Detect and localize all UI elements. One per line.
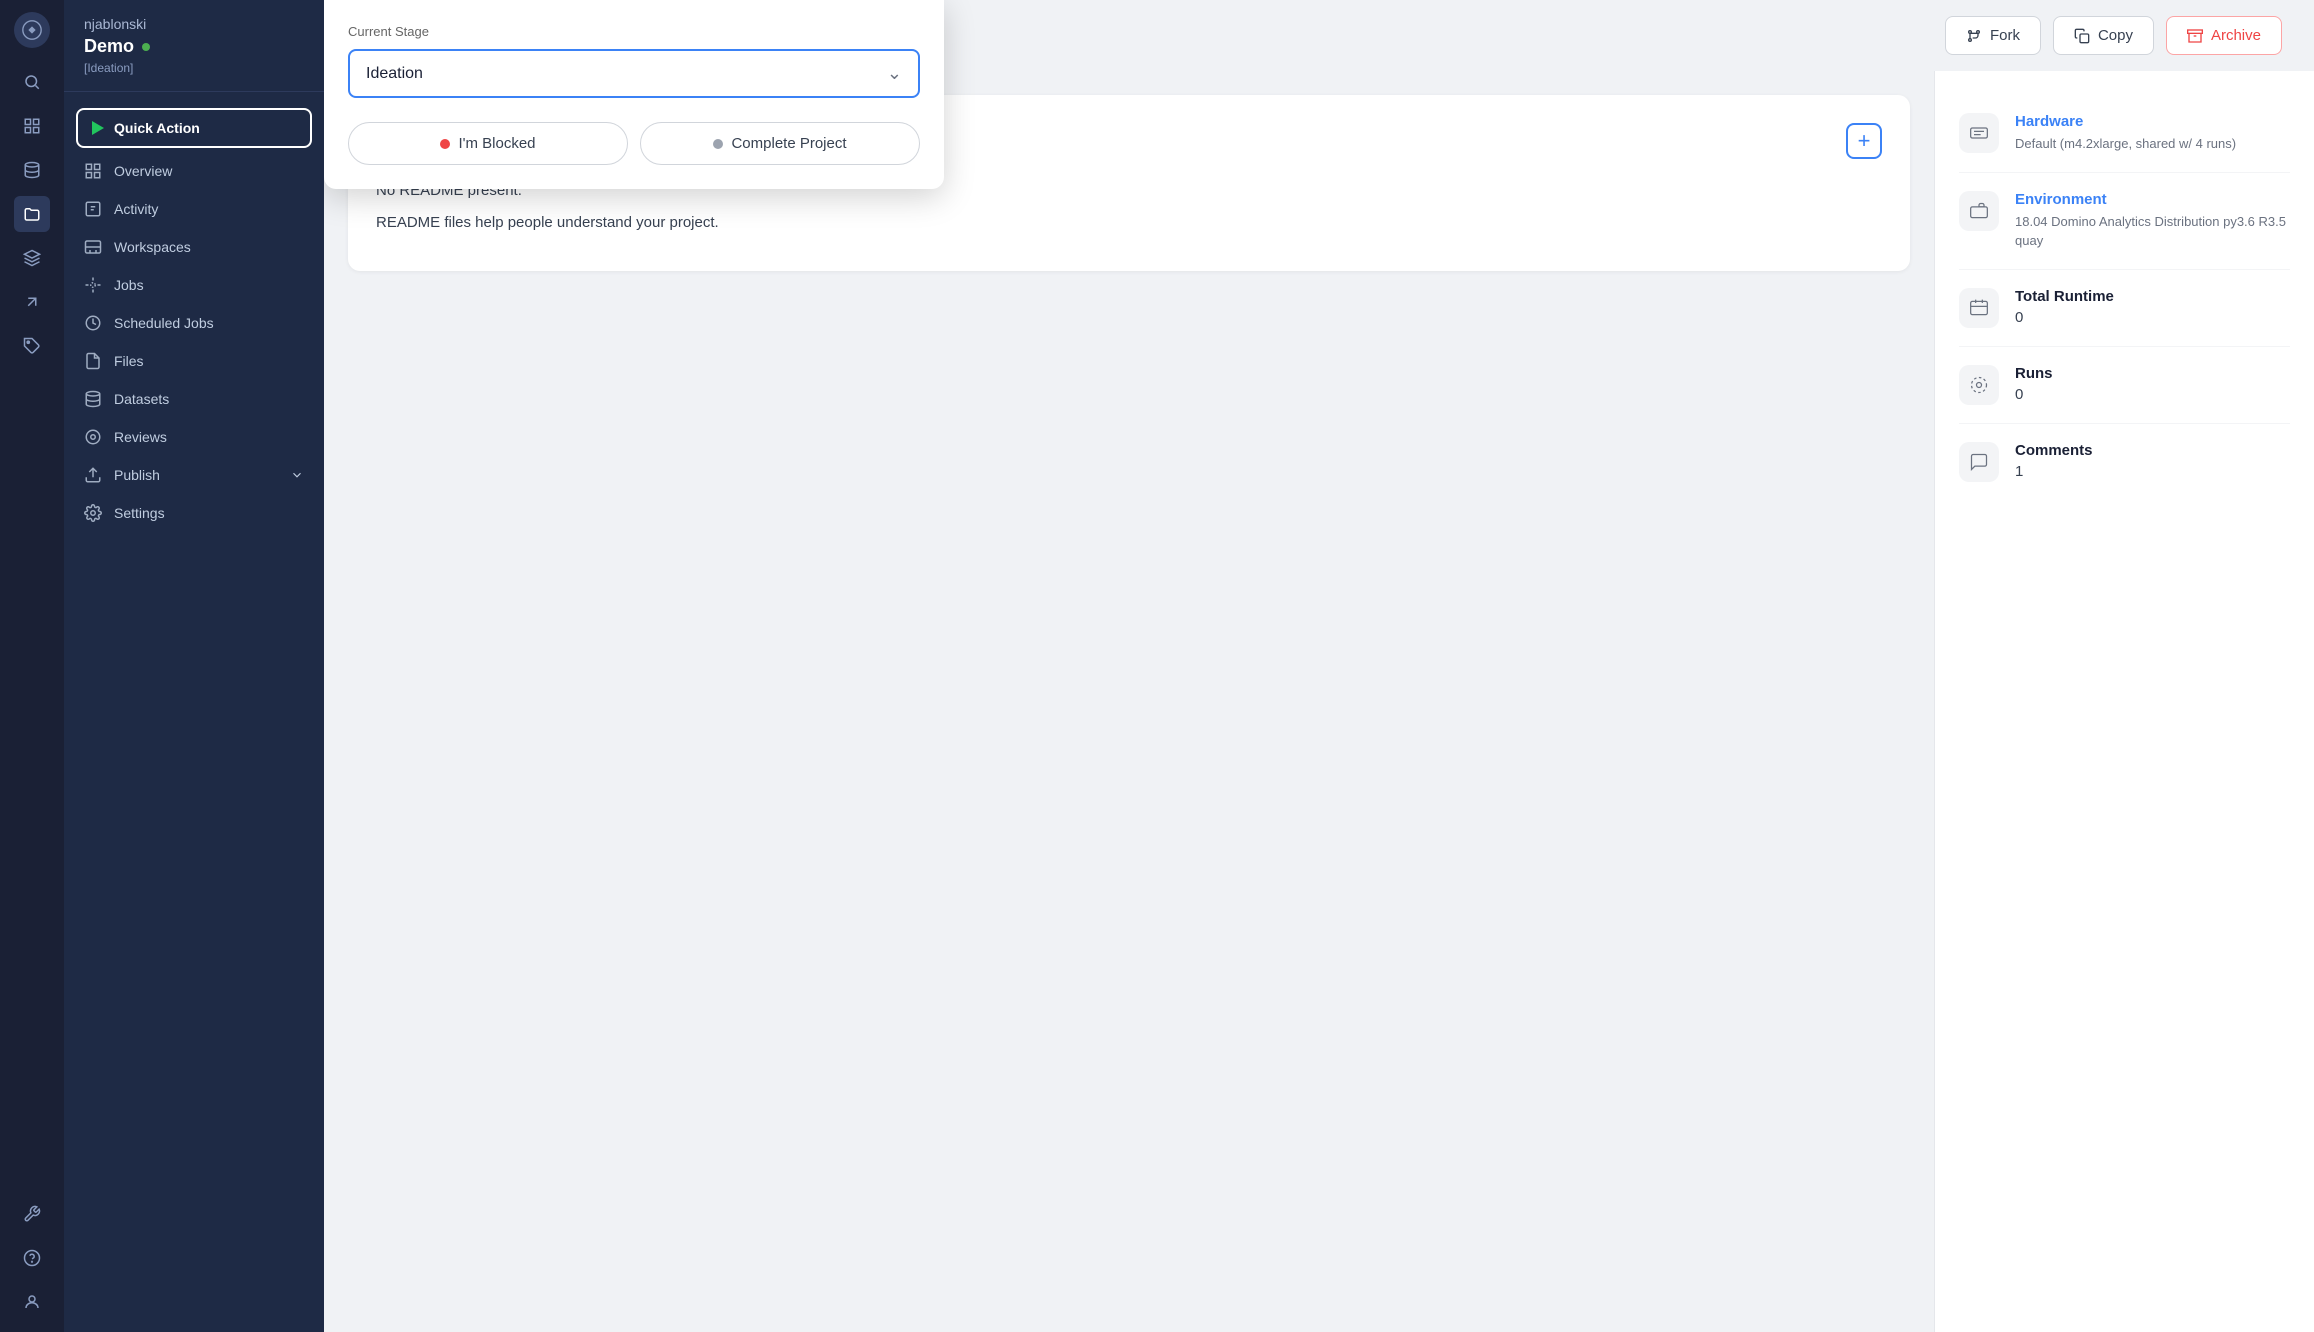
comments-info: Comments 1 [1959,424,2290,500]
quick-action-label: Quick Action [114,120,200,136]
wrench-icon[interactable] [14,1196,50,1232]
sidebar-item-publish[interactable]: Publish [64,456,324,494]
quick-action-button[interactable]: Quick Action [76,108,312,148]
runs-content: Runs 0 [2015,365,2053,403]
sidebar-item-label: Workspaces [114,239,191,255]
sidebar-item-settings[interactable]: Settings [64,494,324,532]
tag-icon[interactable] [14,328,50,364]
project-title: Demo [84,36,304,57]
user-icon[interactable] [14,1284,50,1320]
total-runtime-info: Total Runtime 0 [1959,270,2290,347]
fork-icon [1966,28,1982,44]
content-area: Readme + No README present. README files… [324,71,2314,1332]
selected-stage-value: Ideation [366,65,423,83]
total-runtime-icon [1959,288,1999,328]
database-icon[interactable] [14,152,50,188]
question-icon[interactable] [14,1240,50,1276]
project-name: Demo [84,36,134,57]
grid-icon[interactable] [14,108,50,144]
sidebar-item-label: Settings [114,505,165,521]
sidebar-item-label: Activity [114,201,158,217]
sidebar-item-label: Files [114,353,144,369]
complete-label: Complete Project [731,135,846,152]
sidebar-item-datasets[interactable]: Datasets [64,380,324,418]
copy-button[interactable]: Copy [2053,16,2154,55]
sidebar-item-label: Datasets [114,391,169,407]
hardware-icon [1959,113,1999,153]
comments-content: Comments 1 [2015,442,2093,480]
complete-project-button[interactable]: Complete Project [640,122,920,165]
hardware-value: Default (m4.2xlarge, shared w/ 4 runs) [2015,134,2236,154]
fork-label: Fork [1990,27,2020,44]
complete-indicator [713,139,723,149]
total-runtime-content: Total Runtime 0 [2015,288,2114,326]
action-buttons: I'm Blocked Complete Project [348,122,920,165]
sidebar-item-scheduled-jobs[interactable]: Scheduled Jobs [64,304,324,342]
readme-help-text: README files help people understand your… [376,211,1882,235]
blocked-label: I'm Blocked [458,135,535,152]
sidebar-item-label: Scheduled Jobs [114,315,214,331]
comments-value: 1 [2015,463,2093,480]
hardware-label[interactable]: Hardware [2015,113,2236,130]
sidebar-nav: Quick Action Overview Activity Workspace… [64,92,324,1332]
total-runtime-value: 0 [2015,309,2114,326]
runs-value: 0 [2015,386,2053,403]
sidebar-item-jobs[interactable]: Jobs [64,266,324,304]
sidebar-item-label: Publish [114,467,160,483]
arrow-icon[interactable] [14,284,50,320]
current-stage-label: Current Stage [348,24,920,39]
environment-value: 18.04 Domino Analytics Distribution py3.… [2015,212,2290,251]
environment-label[interactable]: Environment [2015,191,2290,208]
hardware-info: Hardware Default (m4.2xlarge, shared w/ … [1959,95,2290,173]
stage-select[interactable]: Ideation ⌄ [348,49,920,98]
blocked-indicator [440,139,450,149]
search-icon[interactable] [14,64,50,100]
fork-button[interactable]: Fork [1945,16,2041,55]
app-logo[interactable] [14,12,50,48]
project-stage: [Ideation] [84,61,304,75]
sidebar-item-files[interactable]: Files [64,342,324,380]
environment-content: Environment 18.04 Domino Analytics Distr… [2015,191,2290,251]
main-panel: Readme + No README present. README files… [324,71,1934,1332]
total-runtime-label: Total Runtime [2015,288,2114,305]
chevron-down-icon: ⌄ [887,63,902,84]
comments-label: Comments [2015,442,2093,459]
folder-icon[interactable] [14,196,50,232]
sidebar-item-reviews[interactable]: Reviews [64,418,324,456]
stage-dropdown-panel: Current Stage Ideation ⌄ I'm Blocked Com… [324,0,944,189]
sidebar-item-label: Overview [114,163,172,179]
active-indicator [142,43,150,51]
add-readme-button[interactable]: + [1846,123,1882,159]
environment-icon [1959,191,1999,231]
archive-label: Archive [2211,27,2261,44]
main-content: Current Stage Ideation ⌄ I'm Blocked Com… [324,0,2314,1332]
comments-icon [1959,442,1999,482]
play-icon [92,121,104,135]
archive-icon [2187,28,2203,44]
right-panel: Hardware Default (m4.2xlarge, shared w/ … [1934,71,2314,1332]
archive-button[interactable]: Archive [2166,16,2282,55]
chevron-down-icon [290,468,304,482]
icon-bar [0,0,64,1332]
copy-label: Copy [2098,27,2133,44]
hardware-content: Hardware Default (m4.2xlarge, shared w/ … [2015,113,2236,154]
cube-icon[interactable] [14,240,50,276]
info-section: Hardware Default (m4.2xlarge, shared w/ … [1959,95,2290,500]
runs-info: Runs 0 [1959,347,2290,424]
runs-label: Runs [2015,365,2053,382]
environment-info: Environment 18.04 Domino Analytics Distr… [1959,173,2290,270]
sidebar-item-overview[interactable]: Overview [64,152,324,190]
sidebar-header: njablonski Demo [Ideation] [64,0,324,92]
sidebar: njablonski Demo [Ideation] Quick Action … [64,0,324,1332]
sidebar-item-label: Jobs [114,277,144,293]
username: njablonski [84,16,304,32]
sidebar-item-workspaces[interactable]: Workspaces [64,228,324,266]
sidebar-item-label: Reviews [114,429,167,445]
runs-icon [1959,365,1999,405]
sidebar-item-activity[interactable]: Activity [64,190,324,228]
blocked-button[interactable]: I'm Blocked [348,122,628,165]
copy-icon [2074,28,2090,44]
